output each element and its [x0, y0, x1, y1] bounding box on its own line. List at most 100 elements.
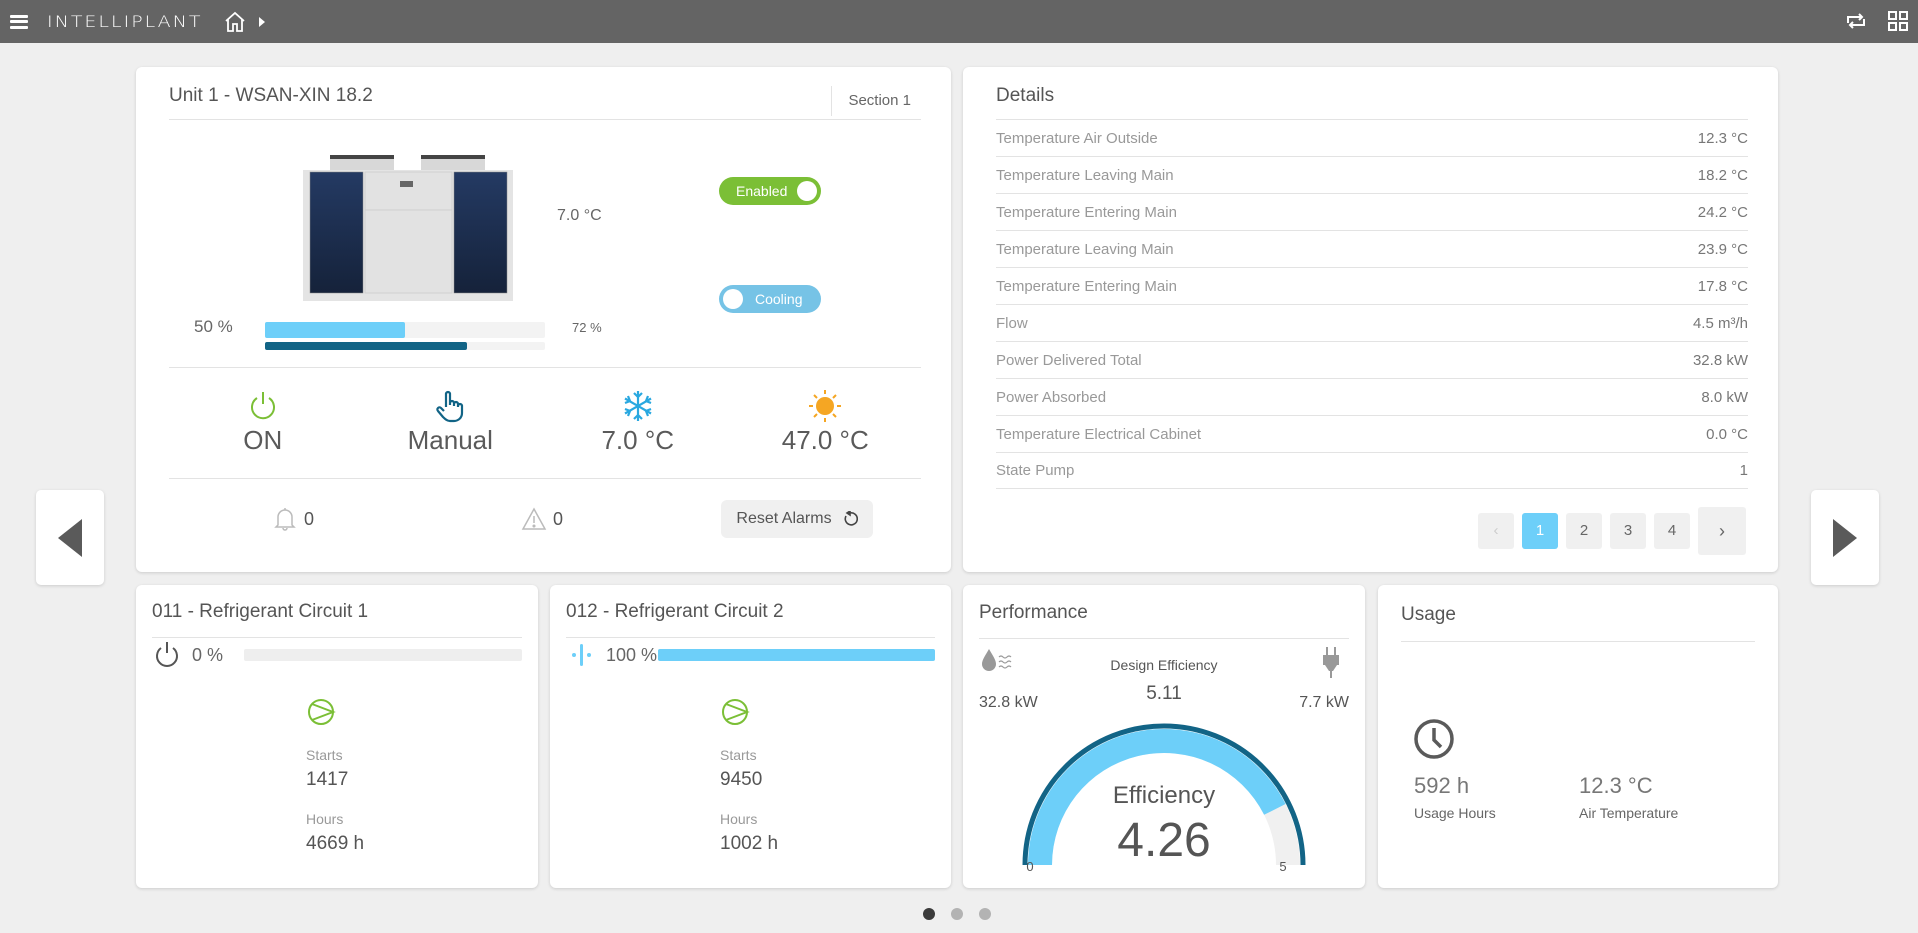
- detail-label: Temperature Entering Main: [996, 277, 1177, 295]
- sun-icon: [809, 390, 842, 422]
- mode-toggle[interactable]: Cooling: [719, 285, 821, 313]
- caret-left-icon: [58, 519, 82, 557]
- circuit-1-load: 0 %: [152, 640, 522, 670]
- home-icon[interactable]: [223, 10, 247, 34]
- enabled-toggle-label: Enabled: [736, 183, 788, 199]
- detail-row: Temperature Leaving Main 18.2 °C: [996, 156, 1748, 193]
- reset-alarms-button[interactable]: Reset Alarms: [721, 500, 873, 538]
- circuit-2-title: 012 - Refrigerant Circuit 2: [566, 601, 784, 622]
- divider: [979, 638, 1349, 639]
- detail-row: Temperature Air Outside 12.3 °C: [996, 119, 1748, 156]
- status-condenser-temp-value: 47.0 °C: [781, 425, 869, 455]
- status-control-mode-value: Manual: [407, 425, 493, 455]
- performance-card: Performance 32.8 kW Design Efficiency 5.…: [963, 585, 1365, 888]
- reset-alarms-label: Reset Alarms: [736, 510, 832, 527]
- power-absorbed-value: 7.7 kW: [1299, 694, 1349, 711]
- power-off-icon: [156, 642, 178, 667]
- status-row: ON Manual 7.0 °C 47.0 °C: [169, 383, 919, 493]
- performance-title: Performance: [979, 602, 1088, 623]
- efficiency-value: 4.26: [1117, 814, 1211, 867]
- pager-page-3[interactable]: 3: [1610, 513, 1646, 549]
- toggle-knob: [797, 181, 817, 201]
- capacity-bar: [265, 322, 545, 338]
- status-water-temp-value: 7.0 °C: [601, 425, 675, 455]
- divider: [169, 119, 921, 120]
- detail-value: 32.8 kW: [1692, 351, 1748, 369]
- detail-label: State Pump: [996, 462, 1075, 479]
- modulating-icon: [572, 644, 591, 666]
- carousel-dot[interactable]: [923, 908, 935, 920]
- detail-label: Temperature Leaving Main: [996, 166, 1174, 184]
- circuit-2-stats: Starts 9450 Hours 1002 h: [720, 697, 778, 855]
- detail-row: Flow 4.5 m³/h: [996, 304, 1748, 341]
- breadcrumb-arrow-icon[interactable]: [258, 16, 265, 27]
- clock-icon: [1414, 719, 1454, 759]
- pager-page-4[interactable]: 4: [1654, 513, 1690, 549]
- detail-value: 24.2 °C: [1697, 203, 1748, 221]
- circuit-1-stats: Starts 1417 Hours 4669 h: [306, 697, 364, 855]
- circuit-1-bar: [244, 649, 522, 661]
- pager-prev-button[interactable]: ‹: [1478, 513, 1514, 549]
- menu-icon[interactable]: [10, 14, 28, 29]
- chiller-unit-image: [303, 155, 513, 301]
- usage-hours-label: Usage Hours: [1414, 805, 1496, 821]
- efficiency-label: Efficiency: [1112, 782, 1216, 809]
- carousel-dot[interactable]: [979, 908, 991, 920]
- detail-value: 0.0 °C: [1706, 425, 1748, 443]
- previous-page-button[interactable]: [36, 490, 104, 585]
- bell-icon: [274, 508, 296, 531]
- circuit-2-load: 100 %: [566, 640, 935, 670]
- capacity-percent: 50 %: [194, 317, 233, 336]
- detail-value: 8.0 kW: [1701, 388, 1748, 406]
- pager-page-1[interactable]: 1: [1522, 513, 1558, 549]
- detail-label: Temperature Leaving Main: [996, 240, 1174, 258]
- unit-card: Unit 1 - WSAN-XIN 18.2 Section 1 7.0 °C …: [136, 67, 951, 572]
- air-temperature: 12.3 °C Air Temperature: [1579, 773, 1678, 821]
- usage-title: Usage: [1401, 604, 1456, 625]
- power-absorbed: 7.7 kW: [1299, 645, 1349, 712]
- plug-icon: [1323, 647, 1339, 678]
- pager-page-2[interactable]: 2: [1566, 513, 1602, 549]
- starts-label: Starts: [306, 747, 343, 763]
- air-temperature-value: 12.3 °C: [1579, 773, 1653, 798]
- circuit-2-percent: 100 %: [606, 644, 658, 665]
- pager-next-button[interactable]: ›: [1698, 507, 1746, 555]
- detail-value: 18.2 °C: [1697, 166, 1748, 184]
- load-percent: 72 %: [572, 320, 602, 335]
- circuit-2-bar: [658, 649, 935, 661]
- grid-view-icon[interactable]: [1886, 9, 1910, 33]
- mode-toggle-label: Cooling: [755, 291, 803, 307]
- next-page-button[interactable]: [1811, 490, 1879, 585]
- top-bar: INTELLIPLANT: [0, 0, 1918, 43]
- detail-row: Power Delivered Total 32.8 kW: [996, 341, 1748, 378]
- status-control-mode: Manual: [357, 383, 545, 493]
- load-bar-fill: [265, 342, 467, 350]
- detail-row: Temperature Leaving Main 23.9 °C: [996, 230, 1748, 267]
- details-title: Details: [996, 85, 1055, 106]
- carousel-dot[interactable]: [951, 908, 963, 920]
- alarm-count: 0: [304, 508, 315, 529]
- status-power-value: ON: [243, 425, 283, 455]
- starts-label: Starts: [720, 747, 757, 763]
- circuit-1-title: 011 - Refrigerant Circuit 1: [152, 601, 369, 622]
- circuit-2-bar-fill: [658, 649, 935, 661]
- divider: [152, 637, 522, 638]
- hours-value: 1002 h: [720, 833, 779, 854]
- detail-label: Power Delivered Total: [996, 351, 1142, 369]
- alarm-counter: 0: [272, 506, 314, 532]
- warning-count: 0: [553, 508, 564, 529]
- snowflake-icon: [624, 391, 652, 421]
- toggle-knob: [723, 289, 743, 309]
- enabled-toggle[interactable]: Enabled: [719, 177, 821, 205]
- detail-label: Temperature Air Outside: [996, 129, 1158, 147]
- starts-value: 9450: [720, 769, 763, 790]
- hours-value: 4669 h: [306, 833, 365, 854]
- warning-icon: [521, 507, 547, 530]
- hand-pointer-icon: [436, 390, 464, 423]
- detail-value: 12.3 °C: [1697, 129, 1748, 147]
- details-list: Temperature Air Outside 12.3 °C Temperatu…: [996, 119, 1748, 489]
- detail-label: Power Absorbed: [996, 388, 1107, 406]
- status-condenser-temp: 47.0 °C: [732, 383, 920, 493]
- detail-value: 17.8 °C: [1697, 277, 1748, 295]
- sync-icon[interactable]: [1844, 9, 1868, 33]
